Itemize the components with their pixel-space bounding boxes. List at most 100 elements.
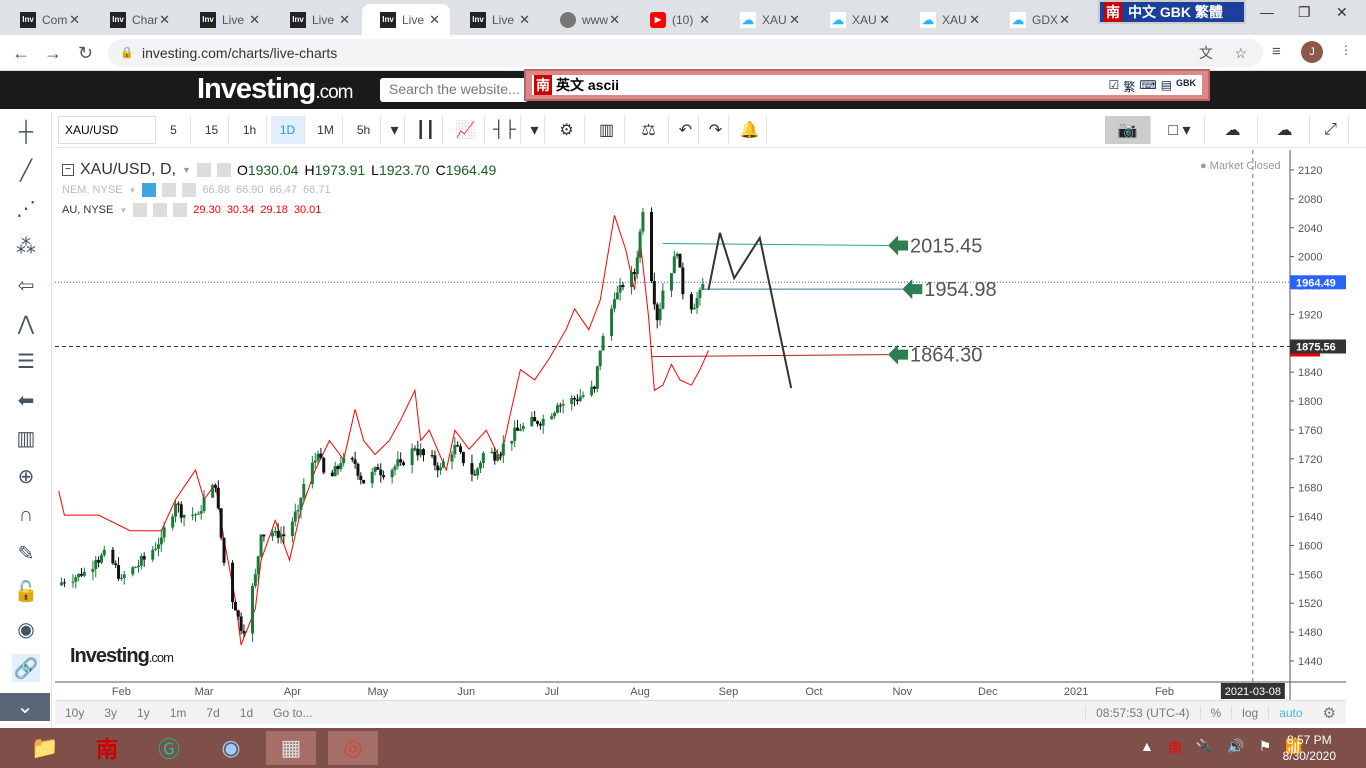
eye-icon[interactable] [142, 183, 157, 197]
close-tab-icon[interactable]: ✕ [519, 12, 530, 28]
range-3y[interactable]: 3y [94, 706, 127, 720]
close-tab-icon[interactable]: ✕ [789, 12, 800, 28]
interval-15[interactable]: 15 [195, 116, 229, 144]
range-1y[interactable]: 1y [127, 706, 160, 720]
browser-tab[interactable]: Inv Live ✕ [362, 4, 450, 35]
gbk-toggle[interactable]: GBK [1176, 78, 1196, 95]
soft-keyboard-icon[interactable]: ▤ [1161, 78, 1172, 95]
cloud-save-icon[interactable]: ☁ [1260, 116, 1310, 144]
undo-icon[interactable]: ↶ [673, 116, 699, 144]
flag-icon[interactable]: ⚑ [1259, 738, 1272, 758]
close-tab-icon[interactable]: ✕ [429, 12, 440, 28]
browser-tab[interactable]: Inv Live ✕ [182, 4, 270, 35]
back-icon[interactable]: ← [12, 43, 30, 64]
link-icon[interactable]: 🔗 [12, 654, 40, 683]
browser-tab[interactable]: Inv Com ✕ [2, 4, 90, 35]
auto-toggle[interactable]: auto [1268, 705, 1312, 720]
close-tab-icon[interactable]: ✕ [1059, 12, 1070, 28]
browser-tab[interactable]: Inv Char ✕ [92, 4, 180, 35]
pattern-icon[interactable]: ⁂ [12, 233, 40, 261]
browser-tab[interactable]: ☁ XAU ✕ [812, 4, 900, 35]
settings-icon[interactable]: ⚙ [1313, 704, 1346, 722]
price-chart[interactable]: 2120208020402000196019201880184018001760… [55, 150, 1346, 700]
file-explorer-icon[interactable]: 📁 [20, 731, 70, 765]
playlist-icon[interactable]: ≡ [1272, 43, 1281, 60]
symbol-search-input[interactable]: XAU/USD [58, 116, 156, 144]
chevron-down-icon[interactable]: ▼ [119, 206, 127, 215]
interval-5[interactable]: 5 [157, 116, 191, 144]
gear-icon[interactable] [153, 203, 168, 217]
interval-1D[interactable]: 1D [271, 116, 305, 144]
browser-tab[interactable]: ▶ (10) ✕ [632, 4, 720, 35]
site-logo[interactable]: Investing.com [197, 73, 354, 106]
traditional-toggle[interactable]: 繁 [1123, 78, 1135, 95]
browser-icon[interactable]: ◉ [206, 731, 256, 765]
cloud-load-icon[interactable]: ☁ [1208, 116, 1258, 144]
interval-1M[interactable]: 1M [309, 116, 343, 144]
menu-icon[interactable]: ⋮ [1340, 43, 1352, 57]
chevron-down-icon[interactable]: ▼ [182, 165, 191, 175]
reload-icon[interactable]: ↻ [78, 43, 93, 64]
close-tab-icon[interactable]: ✕ [249, 12, 260, 28]
collapse-icon[interactable]: − [62, 164, 74, 176]
chrome-icon[interactable]: ◎ [328, 731, 378, 765]
path-icon[interactable]: ⋀ [12, 310, 40, 338]
arrow-shape-icon[interactable]: ⇦ [12, 271, 40, 299]
ime-status-bar[interactable]: 南中文 GBK 繁體 [1098, 0, 1246, 24]
bar-chart-icon[interactable]: ┤├ [489, 116, 521, 144]
range-10y[interactable]: 10y [55, 706, 94, 720]
browser-tab[interactable]: www ✕ [542, 4, 630, 35]
range-Goto[interactable]: Go to... [263, 706, 322, 720]
site-search-input[interactable]: Search the website... [380, 78, 528, 102]
translate-icon[interactable]: 文 [1199, 39, 1213, 67]
pencil-icon[interactable]: ✎ [12, 539, 40, 567]
ime-app-icon[interactable]: 南 [82, 731, 132, 765]
chevron-down-icon[interactable]: ▾ [525, 116, 545, 144]
profile-avatar[interactable]: J [1301, 41, 1323, 63]
close-tab-icon[interactable]: ✕ [969, 12, 980, 28]
browser-tab[interactable]: Inv Live ✕ [452, 4, 540, 35]
log-toggle[interactable]: log [1231, 705, 1268, 720]
eye-icon[interactable] [133, 203, 148, 217]
close-tab-icon[interactable]: ✕ [609, 12, 620, 28]
zoom-in-icon[interactable]: ⊕ [12, 463, 40, 491]
magnet-icon[interactable]: ∩ [12, 501, 40, 529]
fib-icon[interactable]: ⋰ [12, 195, 40, 223]
interval-1h[interactable]: 1h [233, 116, 267, 144]
power-icon[interactable]: 🔌 [1196, 738, 1213, 758]
candles-icon[interactable]: ┃┃ [409, 116, 443, 144]
settings-icon[interactable]: ⚙ [549, 116, 585, 144]
ime-composition-bar[interactable]: 南英文 ascii ☑ 繁 ⌨ ▤ GBK [524, 69, 1210, 101]
checkbox-icon[interactable]: ☑ [1109, 78, 1120, 95]
back-arrow-icon[interactable]: ⬅ [12, 386, 40, 414]
gear-icon[interactable] [162, 183, 177, 197]
grammarly-icon[interactable]: Ⓖ [144, 731, 194, 765]
clock[interactable]: 8:57 PM 8/30/2020 [1283, 732, 1336, 764]
chart-icon[interactable]: ▥ [12, 424, 40, 452]
browser-tab[interactable]: ☁ XAU ✕ [722, 4, 810, 35]
bookmark-star-icon[interactable]: ☆ [1234, 39, 1247, 67]
ime-tray-icon[interactable]: 南 [1168, 738, 1182, 758]
eye-icon[interactable] [196, 163, 211, 177]
line-chart-icon[interactable]: 📈 [447, 116, 485, 144]
range-7d[interactable]: 7d [196, 706, 229, 720]
camera-icon[interactable]: 📷 [1105, 116, 1151, 144]
remove-icon[interactable] [173, 203, 188, 217]
range-1m[interactable]: 1m [160, 706, 197, 720]
indicators-icon[interactable]: ▥ [589, 116, 625, 144]
percent-toggle[interactable]: % [1199, 705, 1232, 720]
compare-icon[interactable]: ⚖ [629, 116, 669, 144]
close-tab-icon[interactable]: ✕ [879, 12, 890, 28]
eye-icon[interactable]: ◉ [12, 616, 40, 644]
lock-icon[interactable]: 🔓 [12, 578, 40, 606]
collapse-icon[interactable]: ⌄ [0, 692, 50, 721]
app-icon[interactable]: ▦ [266, 731, 316, 765]
close-tab-icon[interactable]: ✕ [699, 12, 710, 28]
url-field[interactable]: 🔒 investing.com/charts/live-charts 文 ☆ [108, 39, 1263, 67]
trend-line-icon[interactable]: ╱ [12, 156, 40, 184]
volume-icon[interactable]: 🔊 [1227, 738, 1244, 758]
browser-tab[interactable]: ☁ GDX ✕ [992, 4, 1080, 35]
fullscreen-icon[interactable]: ⤢ [1313, 116, 1349, 144]
crosshair-icon[interactable]: ┼ [12, 118, 40, 146]
close-tab-icon[interactable]: ✕ [159, 12, 170, 28]
